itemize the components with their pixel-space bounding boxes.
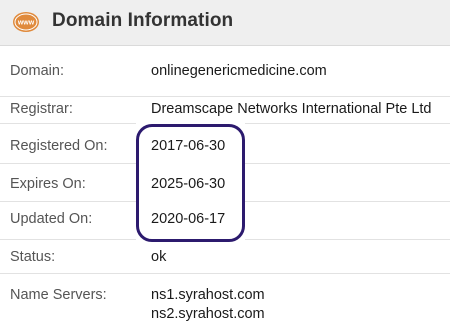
value-name-server-1: ns1.syrahost.com (151, 287, 265, 303)
row-registrar: Registrar: Dreamscape Networks Internati… (0, 97, 450, 125)
value-name-server-2: ns2.syrahost.com (151, 306, 265, 322)
www-globe-icon: www (13, 12, 39, 32)
row-registered-on: Registered On: 2017-06-30 (0, 124, 450, 162)
label-name-servers: Name Servers: (10, 287, 107, 303)
value-updated-on: 2020-06-17 (151, 211, 226, 227)
value-registrar: Dreamscape Networks International Pte Lt… (151, 101, 432, 117)
value-registered-on: 2017-06-30 (151, 138, 226, 154)
label-registrar: Registrar: (10, 101, 73, 117)
panel-header: www Domain Information (0, 0, 450, 46)
label-registered-on: Registered On: (10, 138, 108, 154)
row-domain: Domain: onlinegenericmedicine.com (0, 46, 450, 97)
row-status: Status: ok (0, 240, 450, 274)
value-domain: onlinegenericmedicine.com (151, 63, 327, 79)
label-domain: Domain: (10, 63, 64, 79)
value-status: ok (151, 249, 167, 265)
row-updated-on: Updated On: 2020-06-17 (0, 202, 450, 240)
label-expires-on: Expires On: (10, 176, 86, 192)
value-expires-on: 2025-06-30 (151, 176, 226, 192)
label-updated-on: Updated On: (10, 211, 93, 227)
row-name-servers: Name Servers: ns1.syrahost.com ns2.syrah… (0, 274, 450, 329)
label-status: Status: (10, 249, 56, 265)
page-title: Domain Information (52, 10, 234, 31)
domain-information-panel: www Domain Information Domain: onlinegen… (0, 0, 450, 329)
row-expires-on: Expires On: 2025-06-30 (0, 164, 450, 202)
www-icon-text: www (17, 20, 35, 27)
